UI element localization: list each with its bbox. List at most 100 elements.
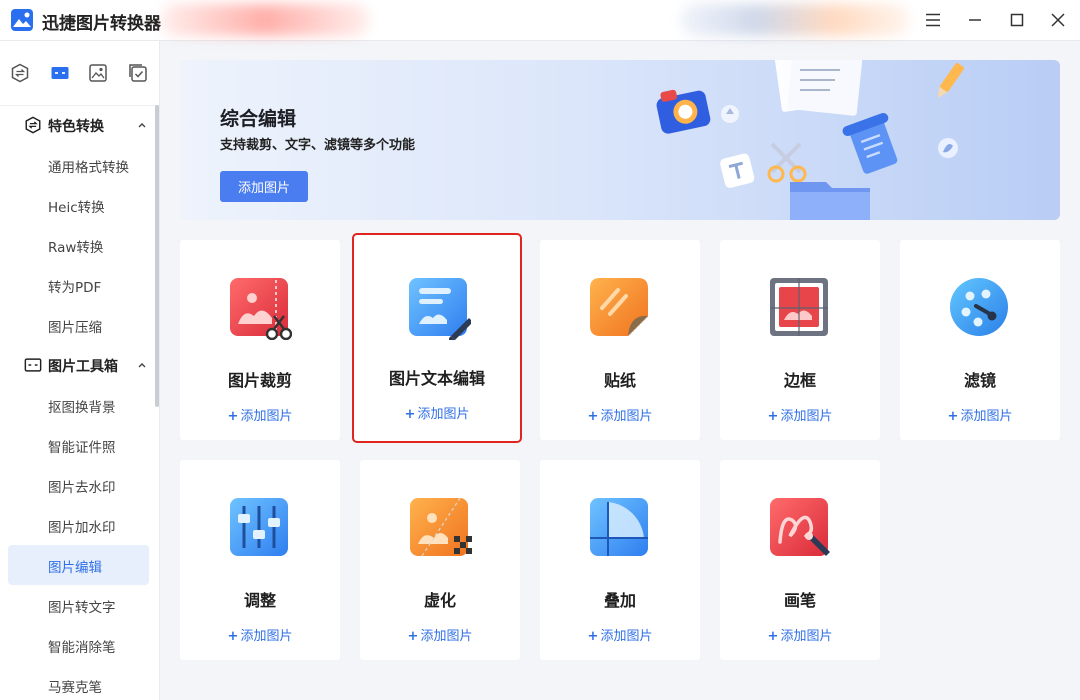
tool-card-title: 贴纸 xyxy=(603,371,636,390)
tool-card-brush[interactable]: 画笔 + 添加图片 xyxy=(720,460,880,660)
tool-card-title: 边框 xyxy=(783,371,816,390)
tool-card-title: 叠加 xyxy=(603,591,636,610)
tool-card-title: 虚化 xyxy=(423,591,456,610)
frame-icon xyxy=(770,278,828,336)
tool-card-add-label: 添加图片 xyxy=(600,409,653,424)
sidebar-item-heic-convert[interactable]: Heic转换 xyxy=(8,185,149,225)
brush-icon xyxy=(770,498,830,556)
sidebar-item-smart-eraser[interactable]: 智能消除笔 xyxy=(8,625,149,665)
blur-icon xyxy=(410,498,472,557)
tool-card-add-label: 添加图片 xyxy=(960,409,1013,424)
maximize-icon xyxy=(1010,13,1024,27)
sidebar-item-add-watermark[interactable]: 图片加水印 xyxy=(8,505,149,545)
minimize-button[interactable] xyxy=(961,6,989,34)
feature-banner: 综合编辑 支持裁剪、文字、滤镜等多个功能 添加图片 xyxy=(180,60,1060,220)
toolbox-icon xyxy=(24,358,42,372)
tool-card-add-label: 添加图片 xyxy=(417,407,470,422)
close-button[interactable] xyxy=(1044,6,1072,34)
tool-card-add-label: 添加图片 xyxy=(240,409,293,424)
tool-card-title: 图片文本编辑 xyxy=(388,369,485,388)
sidebar-item-remove-watermark[interactable]: 图片去水印 xyxy=(8,465,149,505)
tool-card-add-image-link[interactable]: + 添加图片 xyxy=(540,405,700,424)
sidebar-item-raw-convert[interactable]: Raw转换 xyxy=(8,225,149,265)
sidebar-item-image-to-text[interactable]: 图片转文字 xyxy=(8,585,149,625)
sidebar-item-image-compress[interactable]: 图片压缩 xyxy=(8,305,149,345)
convert-icon xyxy=(11,63,29,83)
blurred-region xyxy=(160,4,370,36)
sidebar-item-cutout-background[interactable]: 抠图换背景 xyxy=(8,385,149,425)
sidebar-item-label: 抠图换背景 xyxy=(48,400,116,416)
tool-card-add-image-link[interactable]: + 添加图片 xyxy=(720,405,880,424)
filter-icon xyxy=(950,278,1008,336)
sidebar-item-id-photo[interactable]: 智能证件照 xyxy=(8,425,149,465)
sidebar-scrollbar[interactable] xyxy=(155,105,159,407)
maximize-button[interactable] xyxy=(1003,6,1031,34)
tool-card-add-image-link[interactable]: + 添加图片 xyxy=(900,405,1060,424)
close-icon xyxy=(1051,13,1065,27)
title-bar: 迅捷图片转换器 xyxy=(0,0,1080,41)
tool-card-title: 画笔 xyxy=(783,591,816,610)
plus-icon: + xyxy=(227,409,239,424)
sidebar-tab-convert[interactable] xyxy=(8,61,32,85)
tool-card-add-image-link[interactable]: + 添加图片 xyxy=(180,405,340,424)
app-title: 迅捷图片转换器 xyxy=(42,14,161,34)
sidebar-group-special-convert[interactable]: 特色转换 xyxy=(0,105,159,145)
sidebar-item-label: 图片压缩 xyxy=(48,320,102,336)
tool-card-frame[interactable]: 边框 + 添加图片 xyxy=(720,240,880,440)
blurred-region xyxy=(680,4,910,36)
sidebar-group-label: 特色转换 xyxy=(48,119,104,135)
tool-card-title: 调整 xyxy=(243,591,276,610)
chevron-up-icon xyxy=(138,363,146,368)
plus-icon: + xyxy=(404,407,416,422)
menu-icon xyxy=(926,13,940,27)
tool-card-crop[interactable]: 图片裁剪 + 添加图片 xyxy=(180,240,340,440)
sidebar-tab-toolbox[interactable] xyxy=(48,61,72,85)
plus-icon: + xyxy=(587,409,599,424)
tool-card-add-image-link[interactable]: + 添加图片 xyxy=(720,625,880,644)
banner-illustration xyxy=(656,60,964,220)
tool-card-filter[interactable]: 滤镜 + 添加图片 xyxy=(900,240,1060,440)
sidebar-item-label: 图片去水印 xyxy=(48,480,116,496)
plus-icon: + xyxy=(767,409,779,424)
checklist-icon xyxy=(129,64,147,82)
toolbox-icon xyxy=(51,67,69,79)
sidebar-tab-checklist[interactable] xyxy=(126,61,150,85)
plus-icon: + xyxy=(227,629,239,644)
sidebar-item-image-edit[interactable]: 图片编辑 xyxy=(8,545,149,585)
tool-card-add-image-link[interactable]: + 添加图片 xyxy=(354,403,520,422)
tool-card-adjust[interactable]: 调整 + 添加图片 xyxy=(180,460,340,660)
tool-card-add-image-link[interactable]: + 添加图片 xyxy=(360,625,520,644)
chevron-up-icon xyxy=(138,123,146,128)
sidebar-item-label: 马赛克笔 xyxy=(48,680,102,696)
overlay-icon xyxy=(590,498,648,556)
app-logo-icon xyxy=(11,9,33,31)
sidebar-tab-image[interactable] xyxy=(86,61,110,85)
plus-icon: + xyxy=(587,629,599,644)
sidebar-item-label: 智能消除笔 xyxy=(48,640,116,656)
menu-button[interactable] xyxy=(919,6,947,34)
tool-card-overlay[interactable]: 叠加 + 添加图片 xyxy=(540,460,700,660)
sidebar: 特色转换 通用格式转换 Heic转换 Raw转换 转为PDF 图片压缩 图片工具… xyxy=(0,41,160,700)
tool-card-add-image-link[interactable]: + 添加图片 xyxy=(540,625,700,644)
sidebar-item-label: Heic转换 xyxy=(48,200,105,216)
sidebar-item-label: 图片编辑 xyxy=(48,560,102,576)
tool-card-sticker[interactable]: 贴纸 + 添加图片 xyxy=(540,240,700,440)
tool-card-add-label: 添加图片 xyxy=(780,629,833,644)
sidebar-group-label: 图片工具箱 xyxy=(48,359,118,375)
tool-card-add-label: 添加图片 xyxy=(600,629,653,644)
sidebar-item-mosaic-brush[interactable]: 马赛克笔 xyxy=(8,665,149,700)
tool-card-add-image-link[interactable]: + 添加图片 xyxy=(180,625,340,644)
sidebar-item-label: 转为PDF xyxy=(48,280,102,296)
sticker-icon xyxy=(590,278,649,337)
image-icon xyxy=(89,64,107,82)
sidebar-item-format-convert[interactable]: 通用格式转换 xyxy=(8,145,149,185)
sidebar-item-to-pdf[interactable]: 转为PDF xyxy=(8,265,149,305)
tool-card-add-label: 添加图片 xyxy=(240,629,293,644)
tool-card-title: 滤镜 xyxy=(963,371,996,390)
banner-subtitle: 支持裁剪、文字、滤镜等多个功能 xyxy=(220,138,416,153)
sidebar-item-label: 通用格式转换 xyxy=(48,160,129,176)
sidebar-group-image-toolbox[interactable]: 图片工具箱 xyxy=(0,345,159,385)
tool-card-text-edit[interactable]: 图片文本编辑 + 添加图片 xyxy=(352,233,522,443)
tool-card-blur[interactable]: 虚化 + 添加图片 xyxy=(360,460,520,660)
banner-add-image-button[interactable]: 添加图片 xyxy=(220,171,308,202)
